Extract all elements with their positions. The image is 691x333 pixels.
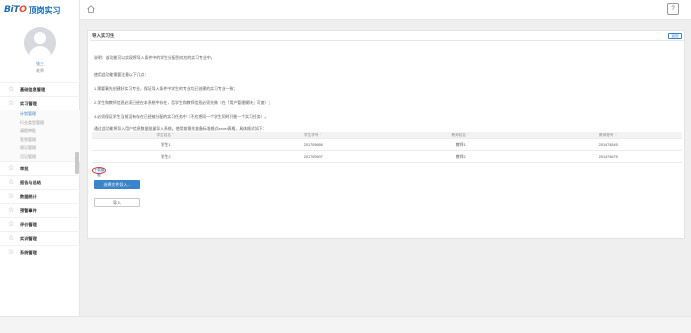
star-icon: ☆: [8, 207, 15, 214]
instruction-text: 说明：该功能可以实现将导入条件中的学生分配到对应的实习专业中。: [94, 55, 215, 60]
logo-mark: BiTO: [4, 5, 27, 15]
user-profile: 张三 老师: [0, 20, 80, 80]
star-icon: ☆: [8, 165, 15, 172]
star-icon: ☆: [8, 100, 15, 107]
table-header-row: 学生姓名⌃ 学生学号⌃ 教师姓名⌃ 教师账号⌃: [92, 132, 682, 139]
main-panel: 导入实习生 返回 说明：该功能可以实现将导入条件中的学生分配到对应的实习专业中。…: [87, 30, 685, 239]
table-cell: 学生1: [160, 143, 171, 147]
sort-icon: ⌃: [466, 133, 470, 137]
table-row: 学生1 201709666 教师1 201474545: [92, 139, 682, 151]
sort-icon: ⌃: [319, 133, 323, 137]
sort-icon: ⌃: [171, 133, 175, 137]
column-header-student-name[interactable]: 学生姓名⌃: [92, 132, 240, 138]
sidebar-item-label: 实习管理: [20, 101, 37, 106]
sidebar-item-statistics[interactable]: ☆ 数据统计: [0, 189, 80, 203]
table-cell: 201474545: [598, 143, 618, 147]
internship-submenu: 计划管理 行业类型管理 请假审批 签到管理 周记管理 月记管理: [0, 110, 80, 161]
back-button[interactable]: 返回: [668, 33, 682, 39]
sidebar-item-label: 预警事件: [20, 208, 37, 213]
instruction-text: 1.需要事先创建好实习专业，保证导入条件中学生的专业均已创建的实习专业一致；: [94, 86, 238, 91]
sidebar-item-label: 系统管理: [20, 250, 37, 255]
submenu-item-plan[interactable]: 计划管理: [0, 110, 80, 119]
import-button[interactable]: 导入: [94, 198, 140, 207]
sidebar-item-basic-info[interactable]: ☆ 基础信息管理: [0, 82, 80, 96]
download-template-link[interactable]: 下载模板: [92, 167, 106, 177]
sidebar-item-system[interactable]: ☆ 系统管理: [0, 245, 80, 259]
sidebar-item-label: 基础信息管理: [20, 87, 46, 92]
submenu-item-checkin[interactable]: 签到管理: [0, 136, 80, 145]
avatar[interactable]: [24, 27, 56, 59]
table-cell: 201474675: [598, 155, 618, 159]
star-icon: ☆: [8, 235, 15, 242]
sidebar-menu: ☆ 基础信息管理 ☆ 实习管理 计划管理 行业类型管理 请假审批 签到管理 周记…: [0, 82, 80, 259]
submenu-item-weekly[interactable]: 周记管理: [0, 144, 80, 153]
table-cell: 教师1: [455, 143, 466, 147]
choose-file-button[interactable]: 选择文件导入...: [94, 180, 140, 189]
page-title: 导入实习生: [92, 33, 115, 38]
star-icon: ☆: [8, 193, 15, 200]
table-row: 学生2 201709907 教师2 201474675: [92, 151, 682, 163]
home-icon[interactable]: [86, 4, 96, 14]
sidebar-item-label: 实训管理: [20, 236, 37, 241]
sidebar-item-evaluation[interactable]: ☆ 评价管理: [0, 217, 80, 231]
avatar-body: [29, 46, 51, 59]
logo-text: 顶岗实习: [28, 5, 61, 15]
sidebar-item-label: 报告与总结: [20, 180, 41, 185]
submenu-item-monthly[interactable]: 月记管理: [0, 153, 80, 162]
topbar: ?: [80, 0, 691, 20]
submenu-item-leave[interactable]: 请假审批: [0, 127, 80, 136]
star-icon: ☆: [8, 249, 15, 256]
format-table: 学生姓名⌃ 学生学号⌃ 教师姓名⌃ 教师账号⌃ 学生1 201709666 教师…: [92, 132, 682, 163]
footer-bar: [0, 316, 691, 333]
submenu-item-industry[interactable]: 行业类型管理: [0, 119, 80, 128]
sidebar: BiTO 顶岗实习 张三 老师 ☆ 基础信息管理 ☆ 实习管理 计划管理 行业类…: [0, 0, 80, 316]
sidebar-item-internship[interactable]: ☆ 实习管理: [0, 96, 80, 110]
table-cell: 教师2: [455, 155, 466, 159]
star-icon: ☆: [8, 221, 15, 228]
table-cell: 201709666: [303, 143, 323, 147]
user-role: 老师: [36, 68, 44, 73]
table-cell: 学生2: [160, 155, 171, 159]
star-icon: ☆: [8, 179, 15, 186]
column-header-student-id[interactable]: 学生学号⌃: [240, 132, 388, 138]
sidebar-item-label: 数据统计: [20, 194, 37, 199]
sort-icon: ⌃: [614, 133, 618, 137]
sidebar-collapse-handle[interactable]: [75, 152, 79, 174]
title-divider: [90, 40, 684, 41]
sidebar-item-alerts[interactable]: ☆ 预警事件: [0, 203, 80, 217]
table-cell: 201709907: [303, 155, 323, 159]
avatar-head: [34, 32, 46, 44]
column-header-teacher-name[interactable]: 教师姓名⌃: [387, 132, 535, 138]
help-button[interactable]: ?: [667, 3, 679, 15]
instruction-text: 3.必须保证学生当前没有存在已经被分配的实习任务中（不应把同一个学生同时只能一个…: [94, 114, 269, 119]
column-header-teacher-account[interactable]: 教师账号⌃: [535, 132, 683, 138]
sidebar-item-training[interactable]: ☆ 实训管理: [0, 231, 80, 245]
star-icon: ☆: [8, 86, 15, 93]
sidebar-item-label: 审批: [20, 166, 29, 171]
user-name[interactable]: 张三: [0, 61, 80, 67]
sidebar-item-approval[interactable]: ☆ 审批: [0, 161, 80, 175]
sidebar-item-reports[interactable]: ☆ 报告与总结: [0, 175, 80, 189]
brand-logo[interactable]: BiTO 顶岗实习: [4, 4, 76, 16]
instruction-text: 使用此功能需要注意以下几点：: [94, 72, 149, 77]
sidebar-item-label: 评价管理: [20, 222, 37, 227]
instruction-text: 2.学生和教师信息必须已经在本系统中存在，否学生和教师信息必须先做（在「用户管理…: [94, 100, 273, 105]
